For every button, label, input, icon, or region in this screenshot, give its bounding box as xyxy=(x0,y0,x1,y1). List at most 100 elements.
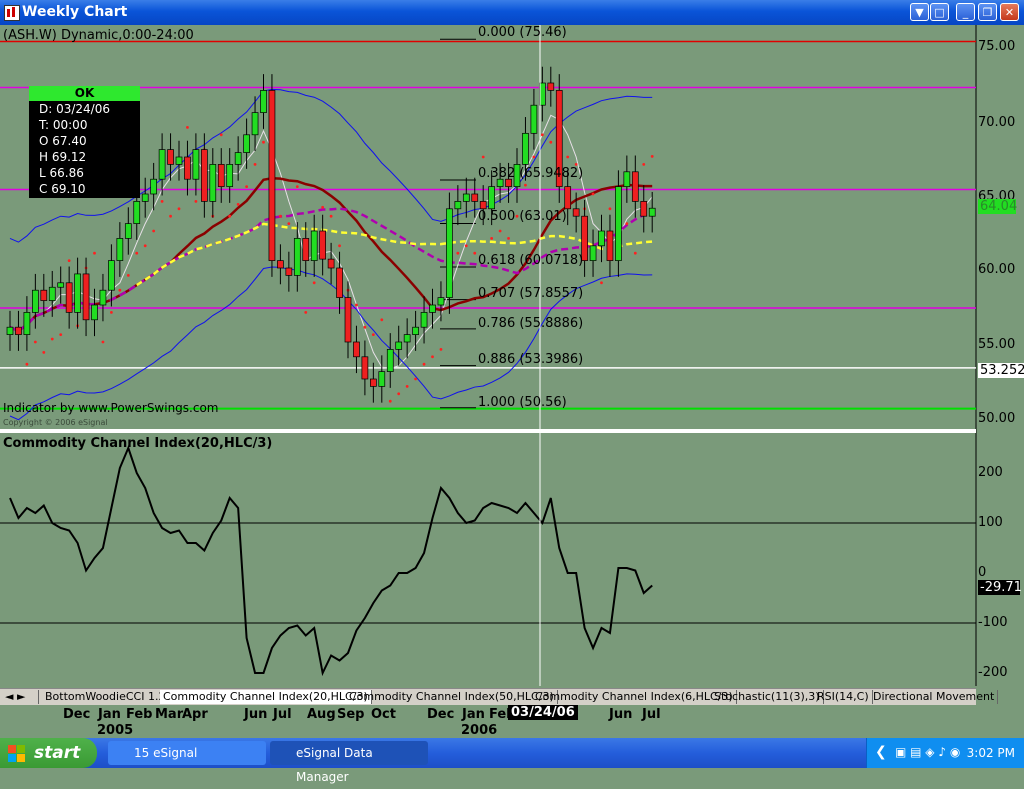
study-tabs-bar: ◄ ► BottomWoodieCCI 1.21 Commodity Chann… xyxy=(0,688,999,705)
candle-body xyxy=(277,260,284,269)
candle-body xyxy=(420,312,428,328)
candle-body xyxy=(631,171,639,202)
tab-bottomwoodiecci[interactable]: BottomWoodieCCI 1.21 xyxy=(42,690,177,704)
tab-stochastic[interactable]: Stochastic(11(3),3) xyxy=(711,690,824,704)
candle-body xyxy=(615,186,622,261)
sar-dot xyxy=(405,385,409,388)
candle-body xyxy=(437,297,445,306)
taskbar-item-label: 15 eSignal xyxy=(134,746,198,760)
date-label: Oct xyxy=(371,707,396,722)
date-label: Jun xyxy=(609,707,633,722)
sar-dot xyxy=(355,303,358,307)
tab-cci-50[interactable]: Commodity Channel Index(50,HLC/3) xyxy=(346,690,558,704)
candle-body xyxy=(462,193,470,202)
candle-body xyxy=(293,238,301,276)
date-label: Jan xyxy=(98,707,121,722)
sar-dot xyxy=(67,259,71,262)
indicator-credit: Indicator by www.PowerSwings.com xyxy=(3,401,219,415)
symbol-label: (ASH.W) Dynamic,0:00-24:00 xyxy=(3,28,194,43)
date-label: Jun xyxy=(244,707,268,722)
candle-body xyxy=(522,132,529,165)
sar-dot xyxy=(608,207,612,211)
window-title: Weekly Chart xyxy=(22,4,128,20)
candle-body xyxy=(260,90,267,113)
tab-cci-6[interactable]: Commodity Channel Index(6,HLC/3) xyxy=(532,690,737,704)
start-button[interactable]: start xyxy=(0,738,97,768)
candle-body xyxy=(479,201,487,210)
sar-dot xyxy=(118,288,122,292)
candle-body xyxy=(310,230,318,261)
fib-label-618: 0.618 (60.0718) xyxy=(478,253,584,268)
candle-body xyxy=(108,260,115,291)
cci-tick: 0 xyxy=(978,565,987,580)
close-button[interactable]: ✕ xyxy=(1000,3,1019,21)
restore-button[interactable]: ❐ xyxy=(978,3,997,21)
sar-dot xyxy=(42,350,46,354)
sar-dot xyxy=(143,244,147,248)
sar-dot xyxy=(338,244,341,248)
sar-dot xyxy=(540,133,544,137)
sar-dot xyxy=(371,333,375,336)
sar-dot xyxy=(287,222,291,226)
candle-body xyxy=(454,201,462,210)
start-label: start xyxy=(34,743,81,763)
candle-body xyxy=(192,149,200,180)
sar-dot xyxy=(186,126,189,129)
candle-body xyxy=(471,193,479,202)
sar-dot xyxy=(473,251,477,255)
cci-current-label: -29.71 xyxy=(978,580,1022,595)
year-label: 2005 xyxy=(97,723,134,738)
candle-body xyxy=(327,258,335,269)
taskbar-item-data-manager[interactable]: eSignal Data Manager xyxy=(270,741,428,784)
sar-dot xyxy=(110,311,113,314)
link-window-icon[interactable]: □ xyxy=(930,3,949,21)
candle-body xyxy=(564,186,572,210)
chart-area[interactable]: (ASH.W) Dynamic,0:00-24:00 OK D: 03/24/0… xyxy=(0,25,1024,686)
candle-body xyxy=(285,267,293,276)
candle-body xyxy=(158,149,166,180)
windows-logo-icon xyxy=(8,745,25,762)
taskbar-item-esignal[interactable]: 15 eSignal xyxy=(108,741,266,765)
candle-body xyxy=(353,341,360,358)
date-label: Jan xyxy=(462,707,485,722)
tab-scroll-icon[interactable]: ◄ ► xyxy=(2,690,39,704)
candle-body xyxy=(336,267,343,298)
ohlc-time: T: 00:00 xyxy=(39,118,88,132)
sar-dot xyxy=(549,140,553,144)
candle-body xyxy=(133,201,141,224)
tab-directional-movement[interactable]: Directional Movement xyxy=(870,690,999,704)
ohlc-open: O 67.40 xyxy=(39,134,87,148)
candle-body xyxy=(598,230,605,247)
candle-body xyxy=(640,201,648,217)
cci-tick: 100 xyxy=(978,515,1003,530)
candle-body xyxy=(65,282,73,313)
tab-rsi[interactable]: RSI(14,C) xyxy=(814,690,873,704)
candle-body xyxy=(201,149,208,202)
candle-body xyxy=(74,273,81,313)
tray-expand-icon[interactable]: ❮ xyxy=(875,744,887,760)
candle-body xyxy=(623,171,631,187)
taskbar-item-label: eSignal Data Manager xyxy=(296,746,373,784)
candle-body xyxy=(15,326,22,335)
menu-dropdown-icon[interactable]: ▼ xyxy=(910,3,929,21)
sar-dot xyxy=(253,163,257,166)
sar-dot xyxy=(126,274,130,277)
last-price-badge: 64.04 xyxy=(978,199,1018,214)
price-tick: 50.00 xyxy=(978,411,1016,426)
sar-dot xyxy=(524,183,527,187)
copyright-text: Copyright © 2006 eSignal xyxy=(3,418,108,427)
fib-label-0: 0.000 (75.46) xyxy=(478,25,567,40)
candle-body xyxy=(124,223,132,239)
window-titlebar[interactable]: Weekly Chart ▼ □ _ ❐ ✕ xyxy=(0,0,1024,25)
candle-body xyxy=(488,186,495,210)
minimize-button[interactable]: _ xyxy=(956,3,975,21)
tray-icons[interactable]: ▣ ▤ ◈ ♪ ◉ xyxy=(895,745,960,759)
candle-body xyxy=(23,312,31,335)
candle-body xyxy=(175,156,183,165)
sar-dot xyxy=(329,214,333,218)
tab-cci-20[interactable]: Commodity Channel Index(20,HLC/3) xyxy=(160,690,372,704)
fib-label-500: 0.500 (63.01) xyxy=(478,209,567,224)
candle-body xyxy=(412,326,419,335)
sar-dot xyxy=(397,392,401,396)
sar-dot xyxy=(304,311,308,314)
